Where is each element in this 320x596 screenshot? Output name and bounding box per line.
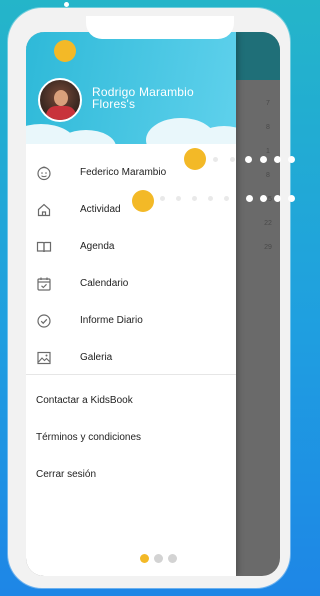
gallery-icon	[36, 350, 52, 366]
navigation-drawer: Rodrigo Marambio Flores's Federico Maram…	[26, 32, 236, 576]
menu-item-label: Informe Diario	[80, 315, 143, 326]
guide-dot	[213, 157, 218, 162]
book-icon	[36, 239, 52, 255]
guide-dot	[176, 196, 181, 201]
contact-link[interactable]: Contactar a KidsBook	[36, 388, 226, 425]
guide-dot	[274, 156, 281, 163]
menu-item-label: Calendario	[80, 278, 129, 289]
guide-dot	[246, 195, 253, 202]
guide-dot	[224, 196, 229, 201]
calendar-day: 8	[266, 124, 270, 131]
guide-dot	[274, 195, 281, 202]
child-face-icon	[36, 165, 52, 181]
calendar-day: 7	[266, 100, 270, 107]
logout-link[interactable]: Cerrar sesión	[36, 462, 226, 499]
user-name: Rodrigo Marambio Flores's	[92, 85, 194, 111]
app-screen: 7 8 1 8 15 22 29 Rodrigo Marambio Flores…	[26, 32, 280, 576]
pagination-dots	[140, 554, 177, 563]
menu-item-agenda[interactable]: Agenda	[26, 228, 236, 265]
calendar-day: 8	[266, 172, 270, 179]
calendar-day: 29	[264, 244, 272, 251]
calendar-day: 22	[264, 220, 272, 227]
drawer-footer-links: Contactar a KidsBook Términos y condicio…	[36, 388, 226, 499]
menu-item-galeria[interactable]: Galeria	[26, 339, 236, 376]
background-calendar-column: 7 8 1 8 15 22 29	[256, 92, 280, 260]
check-circle-icon	[36, 313, 52, 329]
highlight-marker	[54, 40, 76, 62]
calendar-icon	[36, 276, 52, 292]
menu-item-label: Galeria	[80, 352, 113, 363]
avatar[interactable]	[38, 78, 82, 122]
menu-divider	[26, 374, 236, 375]
phone-frame: 7 8 1 8 15 22 29 Rodrigo Marambio Flores…	[8, 8, 290, 588]
menu-item-label: Agenda	[80, 241, 115, 252]
highlight-marker	[184, 148, 206, 170]
menu-item-actividad[interactable]: Actividad	[26, 191, 236, 228]
guide-dot	[64, 2, 69, 7]
home-icon	[36, 202, 52, 218]
menu-item-label: Federico Marambio	[80, 167, 167, 178]
guide-dot	[288, 195, 295, 202]
guide-dot	[260, 156, 267, 163]
drawer-menu: Federico Marambio Actividad Agenda Calen…	[26, 154, 236, 376]
menu-item-informe-diario[interactable]: Informe Diario	[26, 302, 236, 339]
phone-notch	[86, 16, 234, 39]
guide-dot	[230, 157, 235, 162]
pagination-dot	[154, 554, 163, 563]
highlight-marker	[132, 190, 154, 212]
guide-dot	[245, 156, 252, 163]
guide-dot	[288, 156, 295, 163]
pagination-dot	[168, 554, 177, 563]
menu-item-calendario[interactable]: Calendario	[26, 265, 236, 302]
guide-dot	[208, 196, 213, 201]
terms-link[interactable]: Términos y condiciones	[36, 425, 226, 462]
guide-dot	[192, 196, 197, 201]
menu-item-label: Actividad	[80, 204, 121, 215]
guide-dot	[160, 196, 165, 201]
guide-dot	[260, 195, 267, 202]
pagination-dot-active	[140, 554, 149, 563]
